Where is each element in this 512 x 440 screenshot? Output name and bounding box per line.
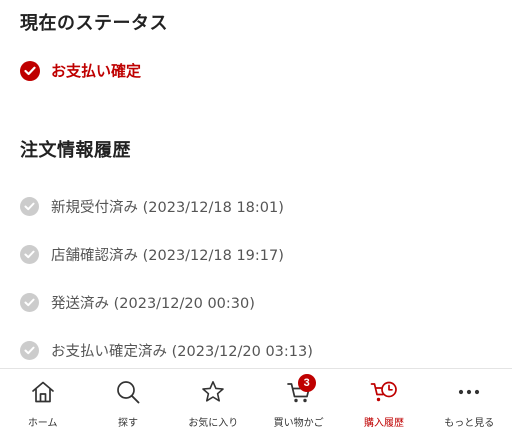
tab-purchase-history[interactable]: 購入履歴 [341, 369, 426, 440]
tab-more[interactable]: もっと見る [427, 369, 512, 440]
tab-label: 購入履歴 [363, 418, 404, 429]
check-circle-icon [20, 244, 39, 264]
home-icon [28, 377, 58, 407]
order-history-list: 新規受付済み (2023/12/18 18:01) 店舗確認済み (2023/1… [20, 182, 500, 374]
history-item-label: 店舗確認済み (2023/12/18 19:17) [51, 247, 284, 264]
star-icon [198, 377, 228, 407]
check-circle-icon [20, 292, 39, 312]
content-area: 現在のステータス お支払い確定 注文情報履歴 新規受付済み (2023/12/1… [0, 0, 512, 368]
check-circle-icon [20, 340, 39, 360]
history-item-label: お支払い確定済み (2023/12/20 03:13) [51, 343, 313, 360]
order-status-page: 現在のステータス お支払い確定 注文情報履歴 新規受付済み (2023/12/1… [0, 0, 512, 440]
cart-count-badge: 3 [297, 374, 316, 392]
tab-label: 買い物かご [273, 418, 324, 429]
current-status-heading: 現在のステータス [20, 13, 168, 34]
tab-cart[interactable]: 3 買い物かご [256, 369, 341, 440]
tab-home[interactable]: ホーム [0, 369, 85, 440]
tab-label: お気に入り [188, 418, 239, 429]
history-item-new-order: 新規受付済み (2023/12/18 18:01) [20, 182, 500, 230]
current-status-row: お支払い確定 [20, 60, 141, 81]
history-item-payment-confirmed: お支払い確定済み (2023/12/20 03:13) [20, 326, 500, 374]
order-history-heading: 注文情報履歴 [20, 140, 131, 161]
cart-icon: 3 [284, 374, 316, 407]
history-item-shipped: 発送済み (2023/12/20 00:30) [20, 278, 500, 326]
check-circle-icon [20, 196, 39, 216]
bottom-tab-bar: ホーム 探す お気に入り 3 買い物かご 購入履歴 もっと見る [0, 368, 512, 440]
history-item-store-confirmed: 店舗確認済み (2023/12/18 19:17) [20, 230, 500, 278]
check-circle-icon [20, 60, 40, 81]
purchase-history-icon [369, 377, 399, 407]
tab-favorites[interactable]: お気に入り [171, 369, 256, 440]
history-item-label: 発送済み (2023/12/20 00:30) [51, 295, 255, 312]
more-icon [454, 377, 484, 407]
history-item-label: 新規受付済み (2023/12/18 18:01) [51, 199, 284, 216]
tab-label: 探す [117, 418, 138, 429]
tab-label: もっと見る [444, 418, 495, 429]
tab-label: ホーム [27, 418, 58, 429]
tab-search[interactable]: 探す [85, 369, 170, 440]
current-status-label: お支払い確定 [51, 62, 142, 80]
search-icon [113, 377, 143, 407]
